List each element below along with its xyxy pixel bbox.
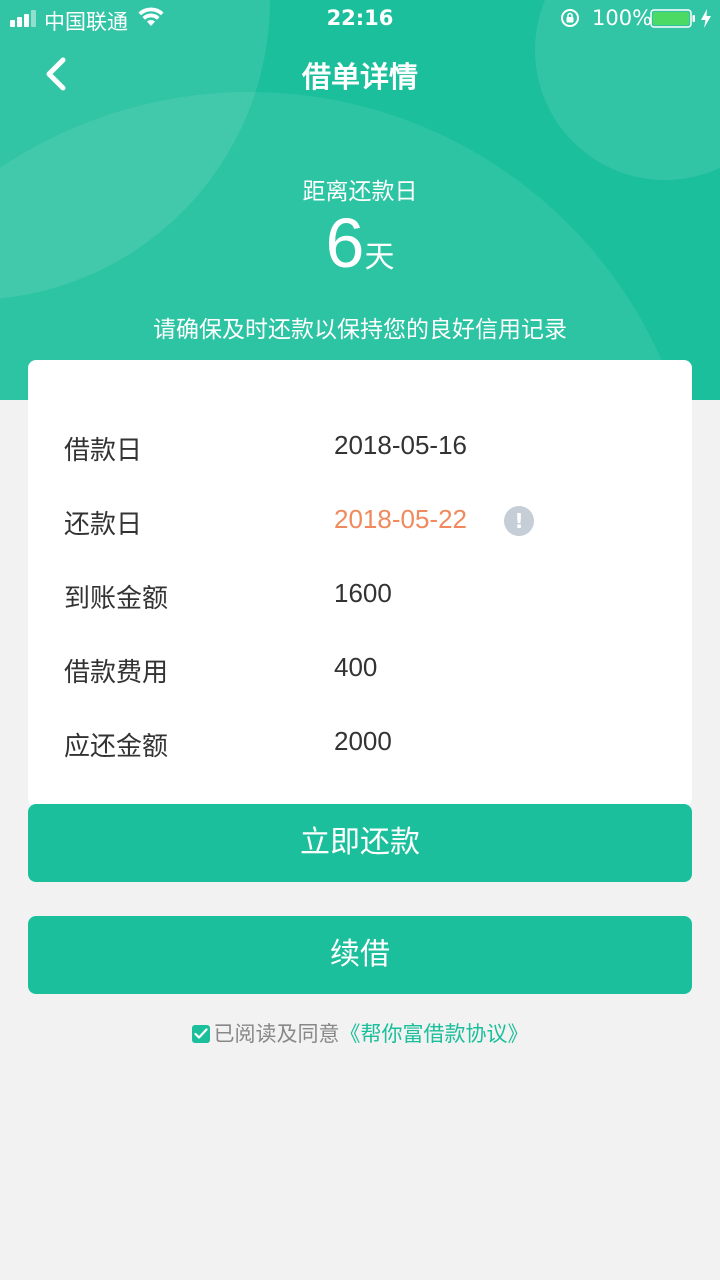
detail-row-amount-due: 应还金额 2000 bbox=[64, 722, 664, 762]
detail-value: 2000 bbox=[334, 726, 392, 756]
agreement-line: 已阅读及同意《帮你富借款协议》 bbox=[0, 1018, 720, 1048]
detail-value: 1600 bbox=[334, 578, 392, 608]
renew-loan-button[interactable]: 续借 bbox=[28, 916, 692, 994]
countdown-number: 6 bbox=[325, 204, 365, 282]
detail-row-due-date: 还款日 2018-05-22 ! bbox=[64, 500, 664, 540]
countdown-days: 6天 bbox=[0, 208, 720, 278]
detail-value-due-date: 2018-05-22 bbox=[334, 504, 467, 534]
detail-label: 借款日 bbox=[64, 436, 143, 466]
credit-notice: 请确保及时还款以保持您的良好信用记录 bbox=[153, 317, 567, 343]
detail-label: 到账金额 bbox=[64, 584, 169, 614]
detail-row-received-amount: 到账金额 1600 bbox=[64, 574, 664, 614]
detail-label: 借款费用 bbox=[64, 658, 169, 688]
detail-value: 2018-05-16 bbox=[334, 430, 467, 460]
page-title: 借单详情 bbox=[301, 60, 418, 94]
detail-label: 还款日 bbox=[64, 510, 143, 540]
charging-icon bbox=[701, 9, 711, 28]
agreement-checkbox[interactable] bbox=[191, 1025, 210, 1043]
agreement-link[interactable]: 《帮你富借款协议》 bbox=[340, 1022, 529, 1046]
header-banner: 中国联通 22:16 100% 借单详情 距离还款日 6天 请确保及时还款以保持… bbox=[0, 0, 720, 400]
agreement-prefix: 已阅读及同意 bbox=[213, 1022, 340, 1046]
checkmark-icon bbox=[193, 1028, 208, 1039]
detail-value: 400 bbox=[334, 652, 378, 682]
orientation-lock-icon bbox=[561, 9, 579, 27]
detail-row-loan-date: 借款日 2018-05-16 bbox=[64, 426, 664, 466]
detail-row-loan-fee: 借款费用 400 bbox=[64, 648, 664, 688]
countdown-label: 距离还款日 bbox=[302, 179, 418, 205]
countdown-unit: 天 bbox=[364, 240, 395, 275]
detail-label: 应还金额 bbox=[64, 732, 169, 762]
battery-icon bbox=[650, 9, 695, 28]
info-icon[interactable]: ! bbox=[504, 506, 534, 536]
repay-now-button[interactable]: 立即还款 bbox=[28, 804, 692, 882]
loan-detail-card: 借款日 2018-05-16 还款日 2018-05-22 ! 到账金额 160… bbox=[28, 360, 692, 806]
battery-percent: 100% bbox=[592, 6, 653, 30]
status-bar: 中国联通 22:16 100% bbox=[0, 0, 720, 38]
